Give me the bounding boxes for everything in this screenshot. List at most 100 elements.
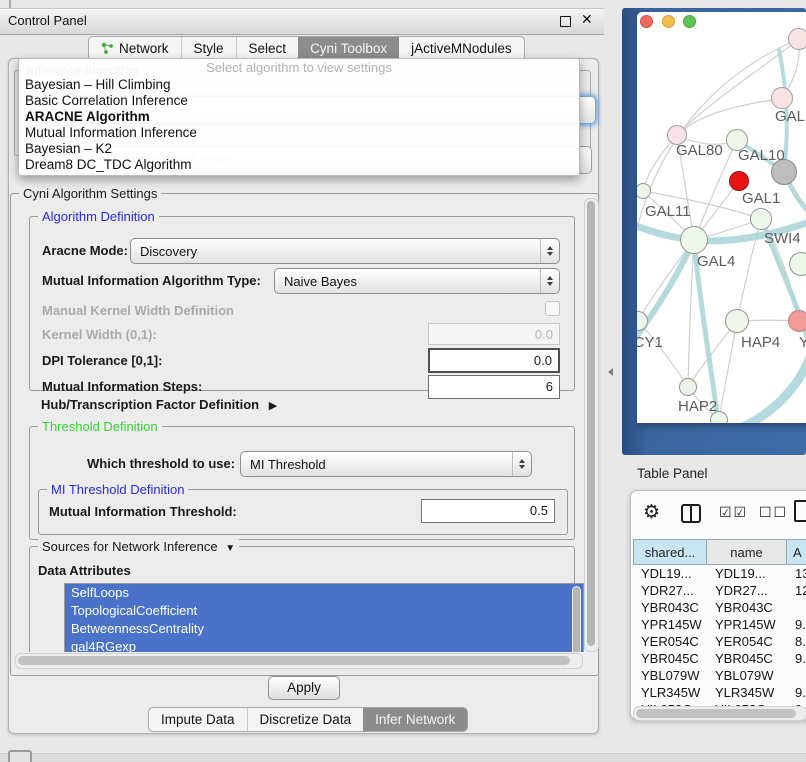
settings-hscrollbar[interactable] — [15, 653, 583, 669]
attribute-item[interactable]: gal4RGexp — [65, 638, 583, 652]
settings-vscrollbar[interactable] — [584, 198, 599, 652]
control-panel-titlebar: Control Panel ✕ — [0, 8, 604, 35]
dpi-tolerance-field[interactable]: 0.0 — [428, 348, 560, 373]
kernel-width-label: Kernel Width (0,1): — [42, 327, 157, 342]
check-all-icon[interactable]: ☑☑ — [719, 504, 748, 521]
attributes-scrollbar-thumb[interactable] — [573, 587, 580, 652]
dropdown-option[interactable]: Bayesian – Hill Climbing — [19, 77, 579, 93]
network-node-gal7[interactable] — [771, 87, 793, 109]
settings-hscrollbar-thumb[interactable] — [18, 656, 570, 665]
dropdown-option[interactable]: Dream8 DC_TDC Algorithm — [19, 157, 579, 173]
uncheck-all-icon[interactable]: ☐☐ — [759, 504, 788, 521]
node-label: GAL — [775, 108, 805, 125]
dropdown-option[interactable]: Bayesian – K2 — [19, 141, 579, 157]
settings-viewport: Algorithm Definition Aracne Mode: Discov… — [11, 194, 586, 652]
mi-type-label: Mutual Information Algorithm Type: — [42, 273, 261, 288]
split-collapse-icon[interactable] — [608, 368, 613, 376]
column-header-shared[interactable]: shared... — [633, 539, 707, 565]
network-node-gal4[interactable] — [680, 226, 708, 254]
dropdown-option-selected[interactable]: ARACNE Algorithm — [19, 109, 579, 125]
settings-vscrollbar-thumb[interactable] — [587, 201, 595, 646]
network-node-swi4[interactable] — [789, 252, 806, 276]
node-label: HAP2 — [678, 398, 717, 415]
spinner-icon — [512, 452, 531, 476]
attribute-item[interactable]: BetweennessCentrality — [65, 620, 583, 638]
manual-kernel-checkbox[interactable] — [545, 301, 560, 316]
table-row[interactable]: YER054CYER054C8. — [633, 633, 806, 650]
collapsed-panel-icon[interactable] — [8, 750, 32, 762]
dpi-tolerance-label: DPI Tolerance [0,1]: — [42, 353, 162, 368]
threshold-definition-group: Threshold Definition Which threshold to … — [29, 426, 575, 540]
node-label: GAL10 — [738, 147, 785, 164]
apply-button[interactable]: Apply — [268, 676, 340, 700]
node-label: SWI4 — [764, 230, 801, 247]
column-header-partial[interactable]: A — [786, 539, 806, 565]
node-label: GAL80 — [676, 142, 723, 159]
mi-steps-field[interactable]: 6 — [428, 375, 560, 399]
dropdown-placeholder: Select algorithm to view settings — [19, 59, 579, 77]
screen: Control Panel ✕ Inference Algorithm gal-… — [0, 0, 806, 762]
node-label: GAL11 — [645, 203, 691, 220]
table-hscrollbar[interactable] — [633, 706, 806, 721]
node-label: GAL1 — [742, 190, 780, 207]
tab-cyni-toolbox[interactable]: Cyni Toolbox — [298, 37, 399, 60]
table-row[interactable]: YLR345WYLR345W9. — [633, 684, 806, 701]
mi-threshold-group-title: MI Threshold Definition — [47, 482, 188, 497]
hub-definition-toggle[interactable]: Hub/Transcription Factor Definition ▶ — [41, 397, 277, 412]
document-icon[interactable] — [794, 500, 806, 522]
bottom-tabstrip: Impute Data Discretize Data Infer Networ… — [148, 707, 468, 732]
mi-threshold-label: Mutual Information Threshold: — [49, 504, 237, 519]
table-hscrollbar-thumb[interactable] — [636, 709, 796, 718]
node-label: GCY1 — [637, 334, 663, 351]
manual-kernel-label: Manual Kernel Width Definition — [42, 303, 234, 318]
table-row[interactable]: YBR045CYBR045C9. — [633, 650, 806, 667]
kernel-width-field[interactable]: 0.0 — [428, 323, 560, 345]
close-icon[interactable]: ✕ — [581, 11, 593, 28]
threshold-definition-title: Threshold Definition — [38, 419, 162, 434]
bottom-band — [0, 753, 806, 762]
attribute-item[interactable]: TopologicalCoefficient — [65, 602, 583, 620]
tab-infer-network[interactable]: Infer Network — [363, 708, 467, 731]
tab-impute-data[interactable]: Impute Data — [149, 708, 247, 731]
tab-jactivemnodules[interactable]: jActiveMNodules — [399, 37, 524, 60]
dropdown-option[interactable]: Basic Correlation Inference — [19, 93, 579, 109]
data-attributes-label: Data Attributes — [38, 563, 131, 578]
dropdown-option[interactable]: Mutual Information Inference — [19, 125, 579, 141]
table-row[interactable]: YBL079WYBL079W — [633, 667, 806, 684]
table-row[interactable]: YDR27...YDR27...12 — [633, 582, 806, 599]
table-row[interactable]: YPR145WYPR145W9. — [633, 616, 806, 633]
cyni-algorithm-settings-group: Cyni Algorithm Settings Algorithm Defini… — [10, 193, 599, 676]
table-row[interactable]: YDL19...YDL19...13 — [633, 565, 806, 582]
which-threshold-combo[interactable]: MI Threshold — [240, 451, 532, 477]
tab-discretize-data[interactable]: Discretize Data — [247, 708, 364, 731]
mi-threshold-group: MI Threshold Definition Mutual Informati… — [38, 489, 568, 535]
attribute-item[interactable]: SelfLoops — [65, 584, 583, 602]
float-window-icon[interactable] — [560, 16, 571, 27]
mi-type-combo[interactable]: Naive Bayes — [274, 268, 560, 294]
network-node-hap2[interactable] — [679, 378, 697, 396]
network-node-hap4[interactable] — [725, 309, 749, 333]
sources-title[interactable]: Sources for Network Inference ▼ — [38, 539, 239, 554]
table-panel: ⚙ ☑☑ ☐☐ shared... name A YDL19...YDL19..… — [630, 490, 806, 720]
algorithm-definition-title: Algorithm Definition — [38, 209, 159, 224]
algorithm-dropdown-popup: Select algorithm to view settings Bayesi… — [18, 58, 580, 176]
tab-select[interactable]: Select — [236, 37, 299, 60]
network-node-gal1[interactable] — [750, 208, 772, 230]
column-header-name[interactable]: name — [706, 539, 787, 565]
network-node-selected-red[interactable] — [729, 171, 749, 191]
spinner-icon — [540, 239, 559, 263]
spinner-icon — [540, 269, 559, 293]
network-canvas[interactable]: GAL GAL80 GAL10 GAL1 GAL11 SWI4 GAL4 GCY… — [637, 12, 806, 423]
split-columns-icon[interactable] — [681, 504, 701, 523]
toolbar-tick — [9, 0, 11, 8]
table-row[interactable]: YBR043CYBR043C — [633, 599, 806, 616]
mi-threshold-field[interactable]: 0.5 — [421, 499, 555, 523]
tab-style[interactable]: Style — [181, 37, 236, 60]
gear-icon[interactable]: ⚙ — [643, 501, 660, 524]
tab-network[interactable]: Network — [89, 37, 181, 60]
network-node[interactable] — [788, 28, 806, 50]
attributes-scrollbar[interactable] — [572, 586, 581, 652]
network-node-salmon[interactable] — [788, 310, 806, 332]
mi-steps-label: Mutual Information Steps: — [42, 379, 202, 394]
aracne-mode-combo[interactable]: Discovery — [130, 238, 560, 264]
